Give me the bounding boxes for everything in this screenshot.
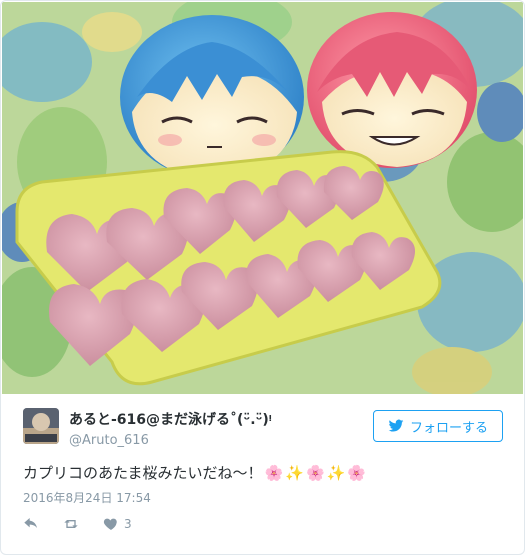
retweet-icon [64,520,78,528]
user-handle[interactable]: @Aruto_616 [69,433,272,448]
like-count: 3 [124,517,132,531]
sparkles-emoji: ✨ [326,463,346,482]
cherry-blossom-emoji: 🌸 [305,463,325,482]
tweet-timestamp[interactable]: 2016年8月24日 17:54 [23,489,151,506]
tweet-actions: 3 [23,516,132,532]
user-names: あると-616@まだ泳げる˚(ᵕ̈.ᵕ̈)ᵎ @Aruto_616 [69,409,272,448]
display-name[interactable]: あると-616@まだ泳げる˚(ᵕ̈.ᵕ̈)ᵎ [69,409,272,429]
follow-label: フォローする [409,420,488,436]
reply-button[interactable] [23,516,39,532]
retweet-button[interactable] [63,516,79,532]
reply-icon [24,518,37,528]
tweet-card: あると-616@まだ泳げる˚(ᵕ̈.ᵕ̈)ᵎ @Aruto_616 フォローする… [0,0,525,555]
tweet-photo[interactable] [2,2,523,394]
tweet-text: カプリコのあたま桜みたいだね〜！ 🌸 ✨ 🌸 ✨ 🌸 [23,462,366,483]
sparkles-emoji: ✨ [285,463,304,482]
tweet-body: カプリコのあたま桜みたいだね〜！ [23,464,263,482]
twitter-bird-icon [388,419,404,432]
like-button[interactable]: 3 [103,516,132,532]
photo-illustration [2,2,523,394]
cherry-blossom-emoji: 🌸 [264,463,284,482]
avatar-image [23,408,59,444]
tweet-emojis: 🌸 ✨ 🌸 ✨ 🌸 [265,464,366,482]
cherry-blossom-emoji: 🌸 [347,463,366,482]
heart-icon [103,518,117,530]
follow-button[interactable]: フォローする [373,410,503,442]
tweet-header: あると-616@まだ泳げる˚(ᵕ̈.ᵕ̈)ᵎ @Aruto_616 フォローする [23,406,503,448]
avatar[interactable] [23,408,59,444]
